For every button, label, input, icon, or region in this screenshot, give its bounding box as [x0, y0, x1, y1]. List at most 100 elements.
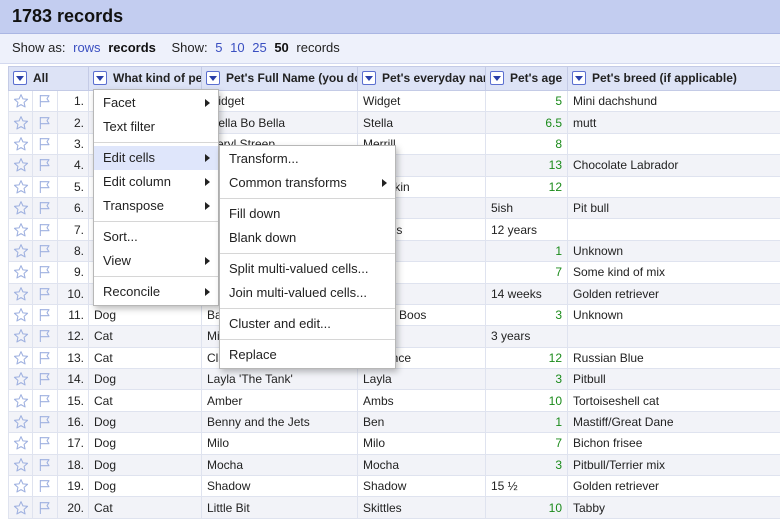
cell-everyday-name[interactable]: Mocha	[357, 453, 486, 477]
flag-cell[interactable]	[32, 368, 58, 391]
star-cell[interactable]	[8, 154, 33, 177]
cell-full-name[interactable]: Milo	[201, 432, 358, 455]
star-icon[interactable]	[13, 414, 29, 429]
page-size-link[interactable]: 5	[215, 40, 222, 55]
cell-breed[interactable]: Pitbull	[567, 368, 780, 391]
flag-cell[interactable]	[32, 218, 58, 241]
cell-breed[interactable]: Unknown	[567, 239, 780, 263]
menu-item-cluster-edit[interactable]: Cluster and edit...	[220, 312, 395, 336]
cell-breed[interactable]: Mini dachshund	[567, 89, 780, 113]
cell-kind[interactable]: Dog	[88, 410, 202, 434]
star-cell[interactable]	[8, 132, 33, 156]
flag-cell[interactable]	[32, 261, 58, 284]
star-cell[interactable]	[8, 89, 33, 113]
cell-age[interactable]: 7	[485, 261, 568, 284]
cell-kind[interactable]: Cat	[88, 325, 202, 348]
star-icon[interactable]	[13, 457, 29, 472]
flag-icon[interactable]	[37, 179, 53, 193]
flag-icon[interactable]	[37, 158, 53, 172]
menu-item-edit-cells[interactable]: Edit cells	[94, 146, 218, 170]
menu-item-text-filter[interactable]: Text filter	[94, 115, 218, 139]
cell-breed[interactable]: Pit bull	[567, 196, 780, 220]
cell-breed[interactable]: Pitbull/Terrier mix	[567, 453, 780, 477]
menu-item-facet[interactable]: Facet	[94, 91, 218, 115]
star-cell[interactable]	[8, 261, 33, 284]
menu-item-split-multi-valued[interactable]: Split multi-valued cells...	[220, 257, 395, 281]
cell-full-name[interactable]: Shadow	[201, 475, 358, 498]
cell-everyday-name[interactable]: Ambs	[357, 389, 486, 412]
page-size-link[interactable]: 25	[252, 40, 266, 55]
flag-cell[interactable]	[32, 432, 58, 455]
column-header-age[interactable]: Pet's age	[485, 66, 568, 91]
star-cell[interactable]	[8, 303, 33, 327]
star-icon[interactable]	[13, 136, 29, 151]
cell-age[interactable]: 3 years	[485, 325, 568, 348]
cell-kind[interactable]: Dog	[88, 475, 202, 498]
star-icon[interactable]	[13, 200, 29, 215]
cell-kind[interactable]: Dog	[88, 453, 202, 477]
star-cell[interactable]	[8, 325, 33, 348]
cell-kind[interactable]: Dog	[88, 368, 202, 391]
menu-item-edit-column[interactable]: Edit column	[94, 170, 218, 194]
cell-age[interactable]: 3	[485, 453, 568, 477]
star-cell[interactable]	[8, 475, 33, 498]
column-menu-button[interactable]	[93, 70, 107, 85]
cell-age[interactable]: 3	[485, 368, 568, 391]
flag-cell[interactable]	[32, 410, 58, 434]
flag-cell[interactable]	[32, 132, 58, 156]
cell-breed[interactable]: Golden retriever	[567, 475, 780, 498]
cell-full-name[interactable]: Little Bit	[201, 496, 358, 519]
column-header-full-name[interactable]: Pet's Full Name (you don't	[201, 66, 358, 91]
flag-icon[interactable]	[37, 243, 53, 257]
cell-full-name[interactable]: Mocha	[201, 453, 358, 477]
star-icon[interactable]	[13, 286, 29, 301]
menu-item-blank-down[interactable]: Blank down	[220, 226, 395, 250]
column-menu-button[interactable]	[13, 70, 27, 85]
flag-cell[interactable]	[32, 389, 58, 412]
cell-breed[interactable]: Mastiff/Great Dane	[567, 410, 780, 434]
cell-breed[interactable]	[567, 175, 780, 198]
star-cell[interactable]	[8, 410, 33, 434]
cell-breed[interactable]: Chocolate Labrador	[567, 154, 780, 177]
star-cell[interactable]	[8, 239, 33, 263]
flag-icon[interactable]	[37, 350, 53, 364]
flag-icon[interactable]	[37, 286, 53, 300]
star-icon[interactable]	[13, 350, 29, 365]
flag-cell[interactable]	[32, 346, 58, 370]
cell-full-name[interactable]: Benny and the Jets	[201, 410, 358, 434]
star-icon[interactable]	[13, 329, 29, 343]
cell-age[interactable]: 12	[485, 346, 568, 370]
cell-everyday-name[interactable]: Shadow	[357, 475, 486, 498]
cell-everyday-name[interactable]: Ben	[357, 410, 486, 434]
star-icon[interactable]	[13, 158, 29, 172]
cell-breed[interactable]	[567, 325, 780, 348]
cell-kind[interactable]: Cat	[88, 346, 202, 370]
star-icon[interactable]	[13, 307, 29, 322]
flag-icon[interactable]	[37, 436, 53, 450]
flag-icon[interactable]	[37, 478, 53, 493]
cell-breed[interactable]	[567, 132, 780, 156]
star-icon[interactable]	[13, 115, 29, 130]
flag-cell[interactable]	[32, 239, 58, 263]
flag-cell[interactable]	[32, 325, 58, 348]
cell-full-name[interactable]: Stella Bo Bella	[201, 111, 358, 134]
column-header-everyday-name[interactable]: Pet's everyday name	[357, 66, 486, 91]
cell-age[interactable]: 13	[485, 154, 568, 177]
cell-everyday-name[interactable]: Layla	[357, 368, 486, 391]
cell-everyday-name[interactable]: Widget	[357, 89, 486, 113]
flag-cell[interactable]	[32, 303, 58, 327]
cell-breed[interactable]: Russian Blue	[567, 346, 780, 370]
column-menu-button[interactable]	[490, 70, 504, 85]
flag-cell[interactable]	[32, 89, 58, 113]
cell-age[interactable]: 5	[485, 89, 568, 113]
star-icon[interactable]	[13, 243, 29, 258]
star-cell[interactable]	[8, 453, 33, 477]
cell-full-name[interactable]: Widget	[201, 89, 358, 113]
flag-icon[interactable]	[37, 136, 53, 150]
flag-cell[interactable]	[32, 453, 58, 477]
star-icon[interactable]	[13, 478, 29, 493]
column-menu-button[interactable]	[206, 70, 220, 85]
flag-cell[interactable]	[32, 196, 58, 220]
menu-item-reconcile[interactable]: Reconcile	[94, 280, 218, 304]
column-header-kind[interactable]: What kind of pet	[88, 66, 202, 91]
